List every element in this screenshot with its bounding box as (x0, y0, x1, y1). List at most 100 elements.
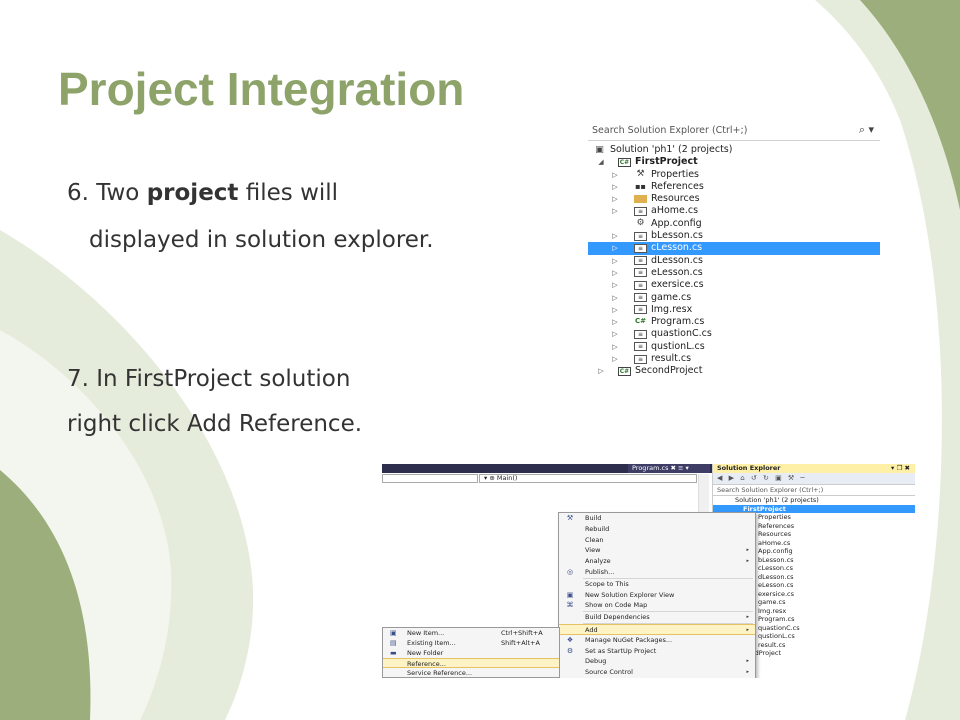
tree-item[interactable]: ▷ ≡ eLesson.cs (588, 267, 880, 279)
tree-item[interactable]: ▷ ≡ game.cs (588, 292, 880, 304)
tree-item-label: FirstProject (635, 156, 698, 168)
tree-item[interactable]: Solution 'ph1' (2 projects) (713, 496, 915, 505)
expand-arrow-icon[interactable]: ▷ (610, 341, 620, 353)
context-menu-item[interactable]: Analyze ▸ (559, 556, 755, 567)
solution-tree: ▣ Solution 'ph1' (2 projects) ◢ C# FirstProj… (588, 144, 880, 378)
tree-item[interactable]: ▷ ≡ cLesson.cs (588, 242, 880, 255)
submenu-label: Reference... (407, 660, 446, 668)
context-menu-label: Add (585, 625, 598, 634)
tree-item-label: eLesson.cs (651, 266, 703, 278)
tree-item-label: cLesson.cs (651, 242, 703, 254)
method-combo[interactable]: ▾ ⊕ Main() (479, 474, 697, 483)
resx-icon: ≡ (634, 305, 647, 315)
solution-explorer-search[interactable]: Search Solution Explorer (Ctrl+;) ⌕ ▾ (588, 122, 880, 141)
search-placeholder: Search Solution Explorer (Ctrl+;) (592, 125, 748, 136)
submenu-item[interactable]: Reference... (383, 658, 559, 668)
tree-item[interactable]: ▷ ≡ Img.resx (588, 304, 880, 316)
tree-item[interactable]: ▷ ≡ quastionC.cs (588, 328, 880, 340)
expand-arrow-icon[interactable]: ▷ (610, 304, 620, 316)
context-menu-item[interactable]: Build Dependencies ▸ (559, 612, 755, 623)
expand-arrow-icon[interactable]: ▷ (610, 205, 620, 217)
tree-item[interactable]: ▷ ⚒ Properties (588, 169, 880, 181)
context-menu-label: Manage NuGet Packages... (585, 635, 673, 644)
startup-icon: ⚙ (566, 646, 574, 655)
context-menu-item[interactable]: Source Control ▸ (559, 667, 755, 678)
submenu-item[interactable]: ▬ New Folder (383, 648, 559, 658)
expand-arrow-icon[interactable]: ▷ (610, 193, 620, 205)
tree-item[interactable]: ◢ C# FirstProject (588, 156, 880, 168)
context-menu-item[interactable]: View ▸ (559, 545, 755, 556)
context-menu-item[interactable]: Clean (559, 535, 755, 546)
context-menu-item[interactable]: ◎ Publish... (559, 567, 755, 578)
tree-item-label: game.cs (651, 291, 692, 303)
folder-icon (634, 195, 647, 204)
expand-arrow-icon[interactable]: ▷ (610, 267, 620, 279)
step7-line1: 7. In FirstProject solution (67, 366, 351, 392)
new-view-icon: ▣ (566, 590, 574, 599)
item-icon: ▤ (390, 639, 397, 647)
expand-arrow-icon[interactable]: ▷ (610, 230, 620, 242)
context-menu-item[interactable]: Debug ▸ (559, 656, 755, 667)
expand-arrow-icon[interactable]: ▷ (610, 181, 620, 193)
tree-item[interactable]: ▷ ≡ exersice.cs (588, 279, 880, 291)
solution-explorer-search-2[interactable]: Search Solution Explorer (Ctrl+;) (713, 485, 915, 496)
sln-icon: ▣ (593, 145, 606, 155)
search-icon[interactable]: ⌕ ▾ (859, 123, 874, 137)
tree-item[interactable]: ▷ Resources (588, 193, 880, 205)
context-menu-item[interactable]: Scope to This (559, 579, 755, 590)
submenu-arrow-icon: ▸ (746, 558, 749, 565)
expand-arrow-icon[interactable]: ▷ (610, 242, 620, 254)
item-icon: ▣ (390, 629, 397, 637)
nuget-icon: ❖ (566, 635, 574, 644)
solution-explorer-title: Solution Explorer (717, 464, 781, 472)
tree-item[interactable]: ▷ C# SecondProject (588, 365, 880, 377)
expand-arrow-icon[interactable]: ▷ (610, 169, 620, 181)
expand-arrow-icon[interactable]: ▷ (610, 353, 620, 365)
slide-title: Project Integration (58, 63, 465, 115)
tree-item[interactable]: ▷ C# Program.cs (588, 316, 880, 328)
expand-arrow-icon[interactable]: ▷ (610, 255, 620, 267)
expand-arrow-icon[interactable]: ▷ (610, 328, 620, 340)
wrench-icon: ⚒ (634, 170, 647, 180)
class-combo[interactable] (382, 474, 478, 483)
shortcut-text: Shift+Alt+A (501, 639, 540, 647)
step6-prefix: 6. Two (67, 180, 147, 206)
context-menu-item[interactable]: Rebuild (559, 524, 755, 535)
tree-item[interactable]: ▣ Solution 'ph1' (2 projects) (588, 144, 880, 156)
expand-arrow-icon[interactable]: ▷ (596, 365, 606, 377)
tree-item[interactable]: ▷ ≡ aHome.cs (588, 205, 880, 217)
expand-arrow-icon[interactable]: ▷ (610, 316, 620, 328)
expand-arrow-icon[interactable]: ▷ (610, 279, 620, 291)
context-menu-item[interactable]: Add ▸ (559, 623, 755, 635)
build-icon: ⚒ (566, 514, 574, 522)
submenu-item[interactable]: ▣ New Item... Ctrl+Shift+A (383, 628, 559, 638)
expand-arrow-icon[interactable]: ◢ (596, 156, 606, 168)
context-menu-label: Build Dependencies (585, 613, 650, 622)
add-submenu: ▣ New Item... Ctrl+Shift+A ▤ Existing Item..… (382, 627, 560, 678)
context-menu-label: Analyze (585, 557, 611, 566)
context-menu-label: Show on Code Map (585, 601, 648, 610)
context-menu-item[interactable]: ⚙ Set as StartUp Project (559, 646, 755, 657)
form-icon: ≡ (634, 293, 647, 303)
context-menu-item[interactable]: ⌘ Show on Code Map (559, 600, 755, 611)
tree-item[interactable]: ▷ ≡ bLesson.cs (588, 230, 880, 242)
step6-line1: 6. Two project files will (67, 180, 338, 206)
context-menu-item[interactable]: ⚒ Build (559, 513, 755, 524)
submenu-item[interactable]: ▤ Existing Item... Shift+Alt+A (383, 638, 559, 648)
context-menu-item[interactable]: ❖ Manage NuGet Packages... (559, 635, 755, 646)
tree-item[interactable]: ▷ ≡ dLesson.cs (588, 255, 880, 267)
submenu-item[interactable]: Service Reference... (383, 668, 559, 678)
tree-item[interactable]: ▷ ▪▪ References (588, 181, 880, 193)
solution-explorer-toolbar[interactable]: ◀ ▶ ⌂ ↺ ↻ ▣ ⚒ ─ (713, 473, 915, 485)
visual-studio-screenshot: Program.cs ✖ ≡ ▾ ▾ ⊕ Main() Solution Exp… (382, 464, 915, 678)
tree-item[interactable]: ▷ ≡ qustionL.cs (588, 341, 880, 353)
panel-controls-icon[interactable]: ▾ ❐ ✖ (891, 464, 910, 473)
tab-program-cs[interactable]: Program.cs ✖ ≡ ▾ (628, 464, 710, 473)
tree-item[interactable]: ⚙ App.config (588, 218, 880, 230)
context-menu-item[interactable]: ▣ New Solution Explorer View (559, 590, 755, 601)
submenu-label: Existing Item... (407, 639, 456, 647)
submenu-label: New Folder (407, 649, 444, 657)
expand-arrow-icon[interactable]: ▷ (610, 292, 620, 304)
tree-item[interactable]: ▷ ≡ result.cs (588, 353, 880, 365)
tree-item-label: bLesson.cs (651, 230, 703, 242)
